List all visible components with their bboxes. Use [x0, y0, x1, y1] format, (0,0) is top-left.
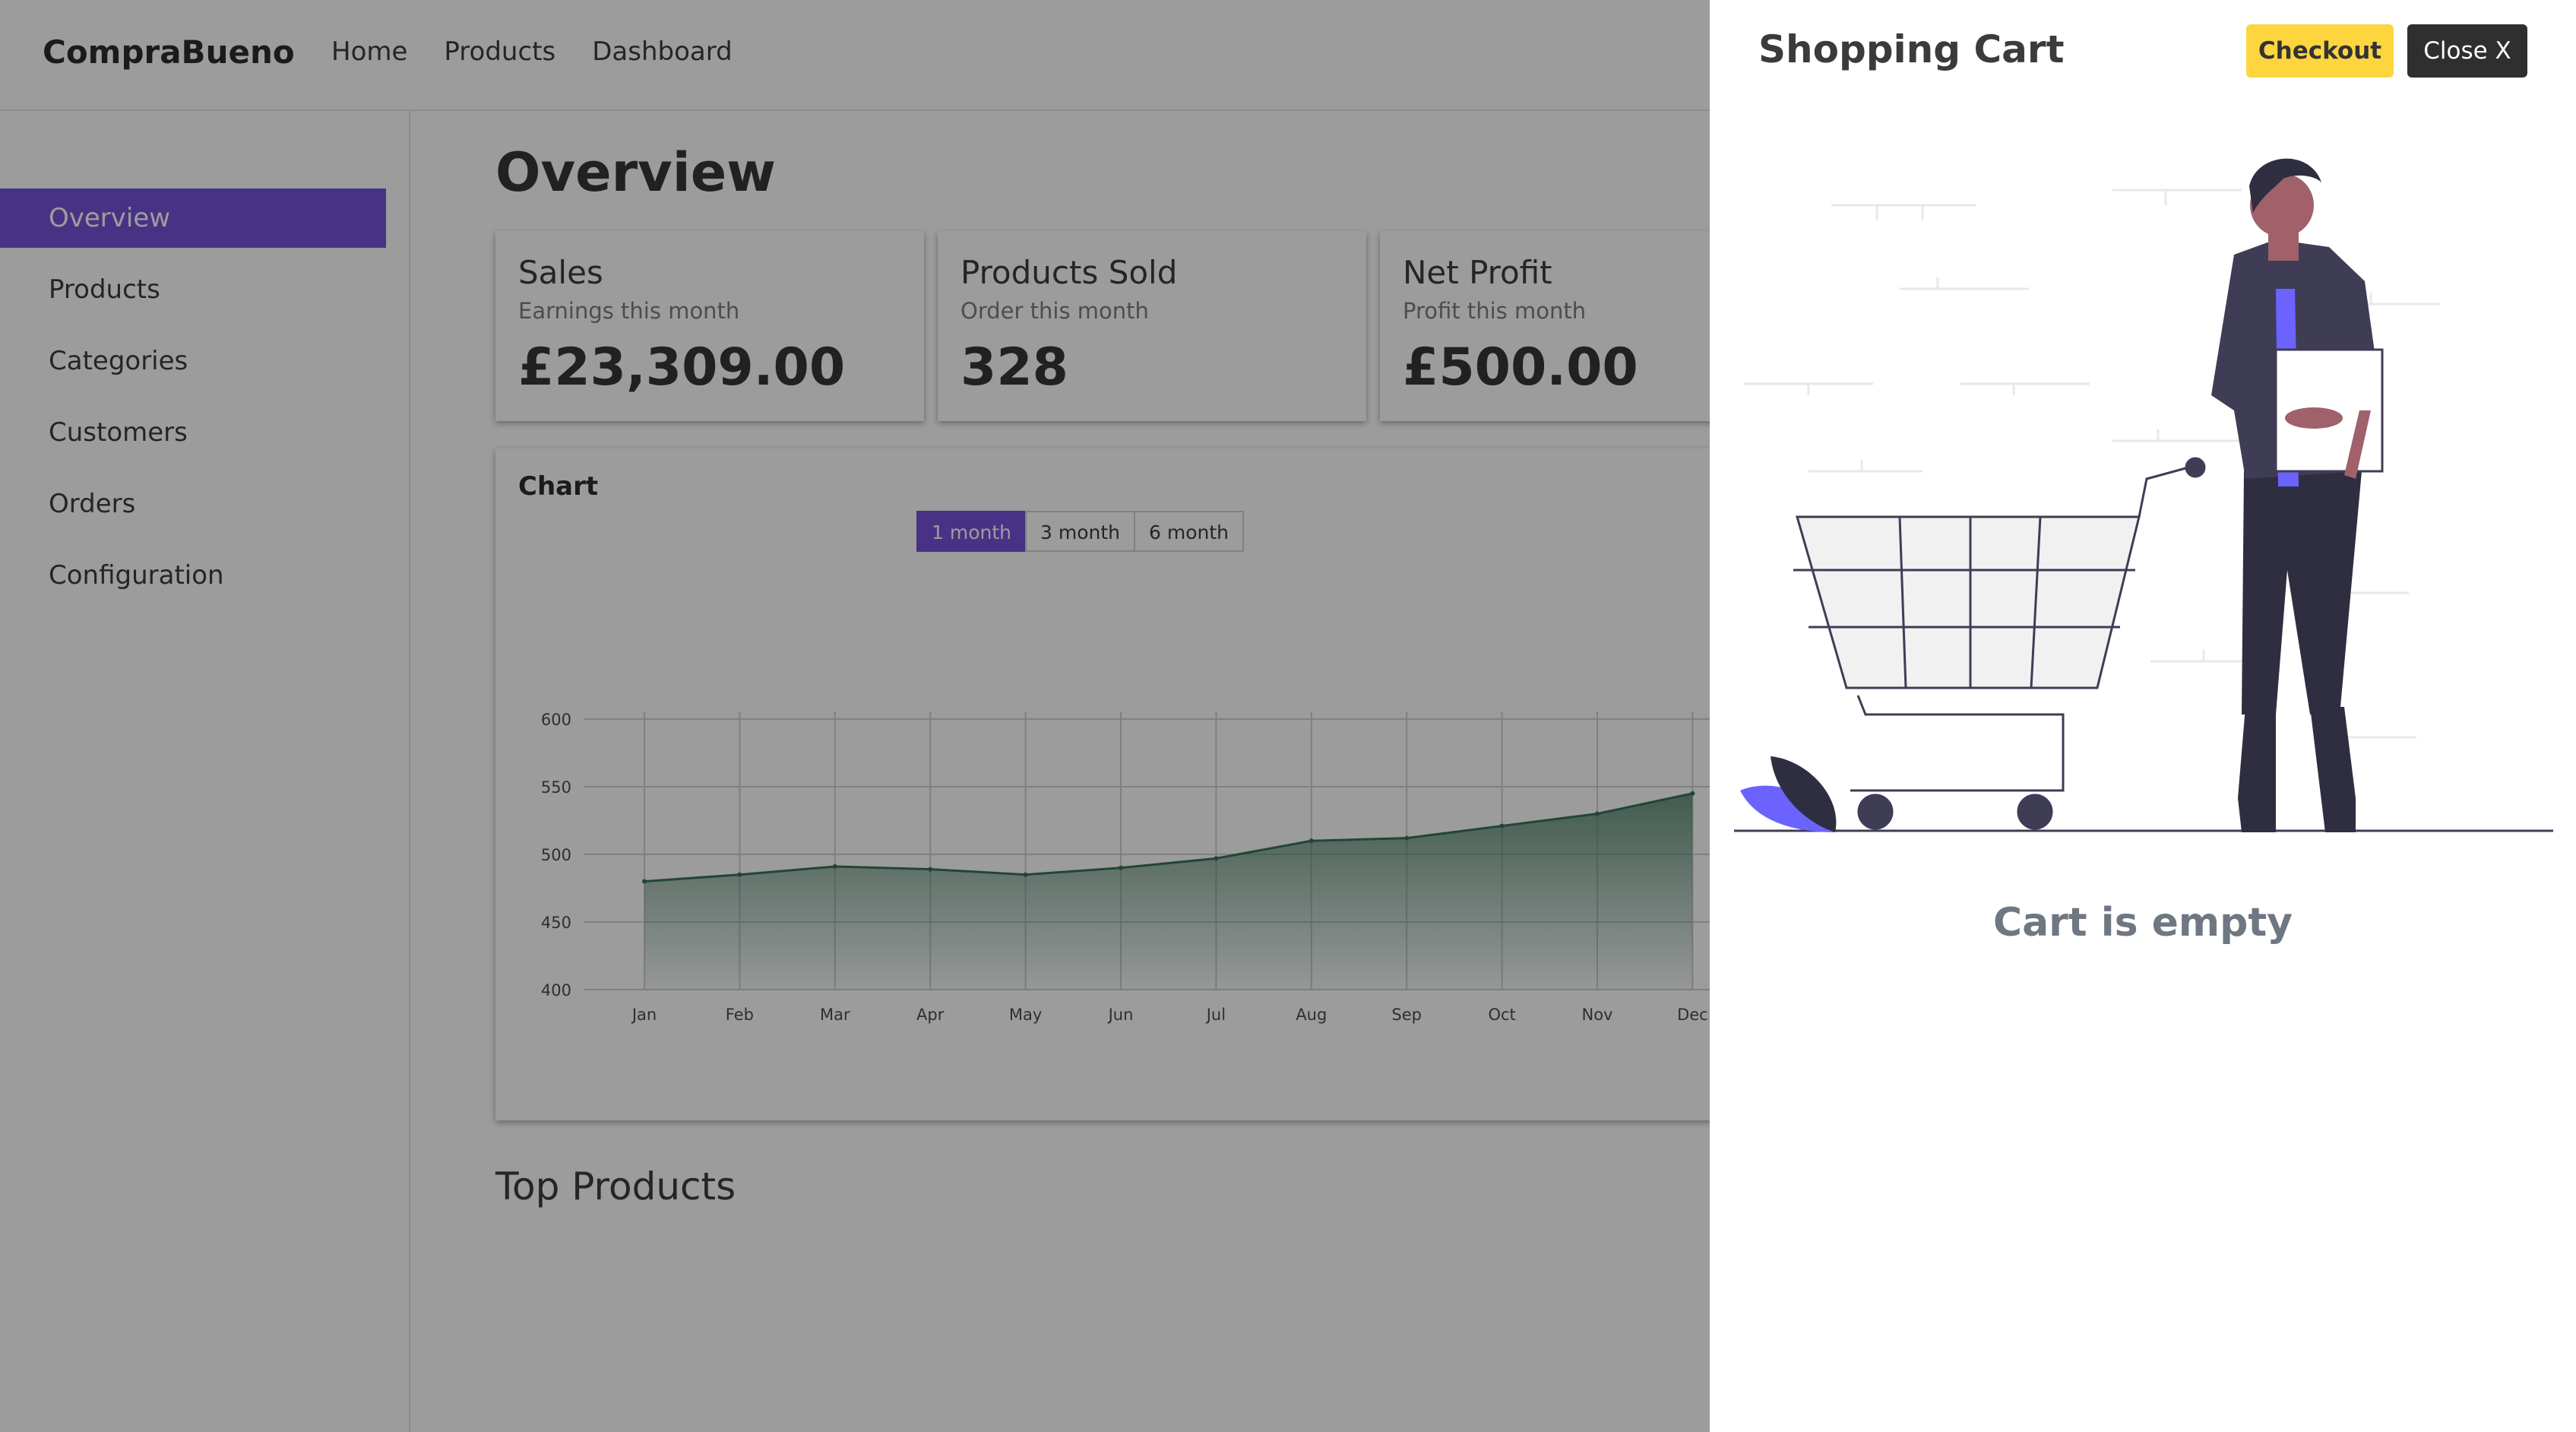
cart-title: Shopping Cart — [1758, 27, 2065, 71]
dashboard-app: CompraBueno Home Products Dashboard Over… — [0, 0, 2576, 1432]
person-illustration — [2211, 158, 2384, 832]
close-cart-button[interactable]: Close X — [2407, 24, 2527, 78]
checkout-button[interactable]: Checkout — [2246, 24, 2394, 78]
cart-empty-message: Cart is empty — [1992, 900, 2293, 946]
shopping-cart-icon — [1793, 457, 2206, 830]
shopping-cart-drawer: Shopping Cart Checkout Close X Cart is e… — [1710, 0, 2576, 1432]
empty-cart-illustration — [1734, 158, 2553, 832]
plant-decoration — [1740, 756, 1837, 832]
